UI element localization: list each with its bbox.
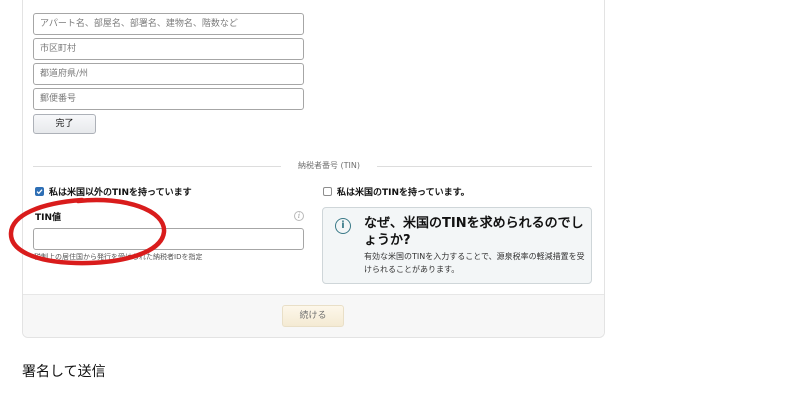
us-tin-checkbox-row[interactable]: 私は米国のTINを持っています。 — [323, 185, 470, 198]
info-icon[interactable]: i — [294, 211, 304, 221]
non-us-tin-checkbox[interactable] — [35, 187, 44, 196]
continue-button[interactable]: 続ける — [282, 305, 344, 327]
info-circle-icon: i — [335, 218, 351, 234]
tin-info-box: i なぜ、米国のTINを求められるのでしょうか? 有効な米国のTINを入力するこ… — [322, 207, 592, 284]
tin-value-input[interactable] — [33, 228, 304, 250]
sign-and-submit-heading: 署名して送信 — [22, 364, 106, 380]
state-input[interactable] — [33, 63, 304, 85]
non-us-tin-checkbox-row[interactable]: 私は米国以外のTINを持っています — [35, 185, 192, 198]
tin-section-label: 納税者番号 (TIN) — [281, 160, 377, 171]
address-line2-input[interactable] — [33, 13, 304, 35]
tin-hint-text: 税制上の居住国から発行を受けられた納税者IDを指定 — [34, 253, 203, 261]
done-button[interactable]: 完了 — [33, 114, 96, 134]
info-box-title: なぜ、米国のTINを求められるのでしょうか? — [364, 216, 584, 248]
divider-line-right — [377, 166, 592, 167]
postal-code-input[interactable] — [33, 88, 304, 110]
us-tin-checkbox-label: 私は米国のTINを持っています。 — [337, 188, 470, 198]
divider-line-left — [33, 166, 281, 167]
info-box-body: 有効な米国のTINを入力することで、源泉税率の軽減措置を受けられることがあります… — [364, 252, 585, 274]
checkmark-icon — [36, 189, 43, 195]
non-us-tin-checkbox-label: 私は米国以外のTINを持っています — [49, 188, 192, 198]
us-tin-checkbox[interactable] — [323, 187, 332, 196]
tin-value-label: TIN値 — [35, 213, 62, 223]
city-input[interactable] — [33, 38, 304, 60]
